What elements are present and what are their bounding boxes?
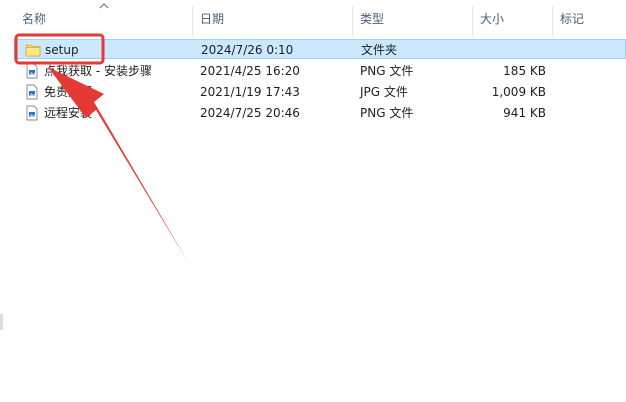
file-row[interactable]: 点我获取 - 安装步骤 2021/4/25 16:20 PNG 文件 185 K…	[14, 61, 626, 81]
sort-ascending-icon[interactable]	[99, 2, 109, 10]
file-date: 2024/7/25 20:46	[200, 106, 300, 120]
file-date: 2021/1/19 17:43	[200, 85, 300, 99]
file-date: 2024/7/26 0:10	[201, 43, 294, 57]
column-name-header[interactable]: 名称	[22, 0, 46, 36]
image-file-icon	[26, 63, 38, 79]
column-divider[interactable]	[552, 6, 553, 36]
file-type: 文件夹	[361, 43, 398, 57]
column-divider[interactable]	[192, 6, 193, 36]
file-row[interactable]: 远程安装 2024/7/25 20:46 PNG 文件 941 KB	[14, 103, 626, 123]
column-type-header[interactable]: 类型	[360, 0, 384, 36]
file-name: 免责声明	[44, 85, 93, 99]
column-divider[interactable]	[352, 6, 353, 36]
column-tags-header[interactable]: 标记	[560, 0, 584, 36]
resize-handle	[0, 314, 3, 330]
column-size-header[interactable]: 大小	[480, 0, 504, 36]
file-size: 1,009 KB	[491, 85, 546, 99]
file-name: 远程安装	[44, 106, 93, 120]
image-file-icon	[26, 84, 38, 100]
file-size: 941 KB	[503, 106, 546, 120]
file-size: 185 KB	[503, 64, 546, 78]
file-type: PNG 文件	[360, 106, 414, 120]
file-type: JPG 文件	[360, 85, 408, 99]
column-date-header[interactable]: 日期	[200, 0, 224, 36]
file-type: PNG 文件	[360, 64, 414, 78]
file-row[interactable]: 免责声明 2021/1/19 17:43 JPG 文件 1,009 KB	[14, 82, 626, 102]
folder-icon	[25, 44, 41, 57]
image-file-icon	[26, 105, 38, 121]
column-divider[interactable]	[472, 6, 473, 36]
file-date: 2021/4/25 16:20	[200, 64, 300, 78]
file-row-setup[interactable]: setup 2024/7/26 0:10 文件夹	[14, 39, 626, 59]
file-name: 点我获取 - 安装步骤	[44, 64, 152, 78]
file-name: setup	[45, 43, 79, 57]
column-header: 名称 日期 类型 大小 标记	[0, 0, 626, 36]
